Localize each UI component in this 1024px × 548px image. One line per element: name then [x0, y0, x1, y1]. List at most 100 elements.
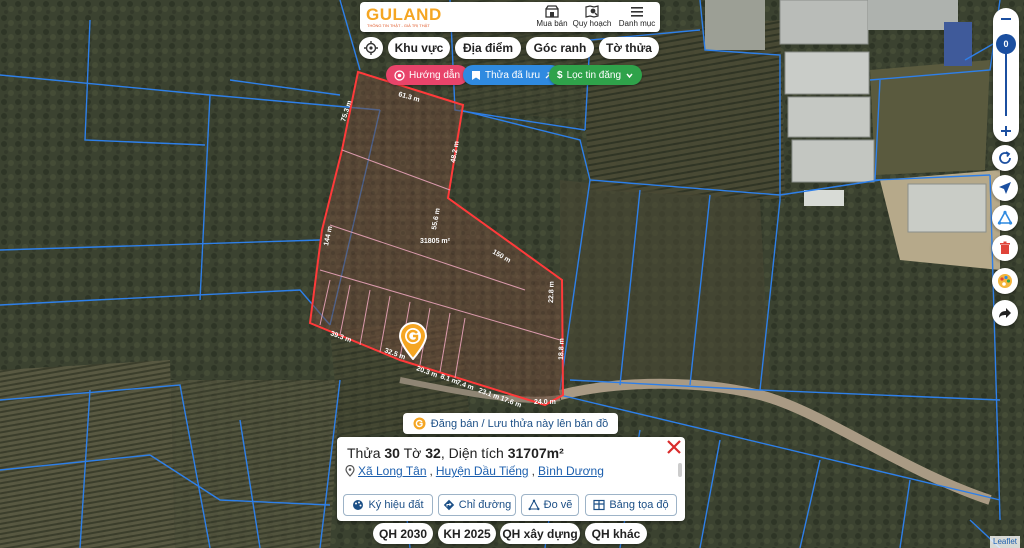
guland-marker-icon: [413, 417, 426, 430]
title-sheet-word: Tờ: [399, 445, 426, 461]
refresh-button[interactable]: [992, 145, 1018, 171]
nav-label: Quy hoạch: [572, 19, 612, 28]
commune-link[interactable]: Xã Long Tân: [358, 464, 427, 478]
action-label: Chỉ đường: [458, 499, 512, 511]
shop-icon: [545, 5, 559, 18]
delete-button[interactable]: [992, 235, 1018, 261]
app-header: GULAND THÔNG TIN THẬT - GIÁ TRỊ THẬT Mua…: [360, 2, 660, 32]
action-label: Ký hiệu đất: [368, 499, 424, 511]
map-pin-icon: [345, 465, 355, 477]
logo-text: GULAND: [366, 5, 442, 24]
navigation-arrow-icon: [999, 182, 1011, 194]
title-prefix: Thửa: [347, 445, 385, 461]
plus-icon: [1001, 126, 1011, 136]
parcel-area-label: 31805 m²: [420, 238, 451, 245]
tab-corner[interactable]: Góc ranh: [526, 37, 594, 59]
minus-icon: [1001, 18, 1011, 20]
tab-place[interactable]: Địa điểm: [455, 37, 521, 59]
filter-listings-chip[interactable]: $ Lọc tin đăng: [549, 65, 643, 85]
action-label: Bảng tọa độ: [609, 499, 669, 511]
land-symbol-button[interactable]: Ký hiệu đất: [343, 494, 433, 516]
directions-icon: [443, 499, 454, 511]
post-parcel-banner[interactable]: Đăng bán / Lưu thửa này lên bản đồ: [403, 413, 618, 434]
navigate-button[interactable]: [992, 175, 1018, 201]
tab-area[interactable]: Khu vực: [388, 37, 450, 59]
edge-label: 150 m: [491, 249, 512, 265]
directions-button[interactable]: Chỉ đường: [438, 494, 516, 516]
guide-label: Hướng dẫn: [409, 69, 461, 81]
nav-planning[interactable]: Quy hoạch: [570, 5, 614, 31]
share-button[interactable]: [992, 300, 1018, 326]
tab-sheet-parcel[interactable]: Tờ thửa: [599, 37, 659, 59]
attribution-link[interactable]: Leaflet: [993, 537, 1017, 546]
action-label: Đo vẽ: [543, 499, 573, 511]
tab-qh-2030[interactable]: QH 2030: [373, 523, 433, 544]
edge-label: 61.3 m: [397, 91, 420, 104]
layer-style-button[interactable]: [992, 268, 1018, 294]
edge-label: 23.1 m: [477, 387, 500, 401]
edge-label: 24.0 m: [534, 399, 556, 406]
post-banner-label: Đăng bán / Lưu thửa này lên bản đồ: [430, 417, 609, 430]
close-button[interactable]: [666, 439, 682, 455]
measure-tool-button[interactable]: [992, 205, 1018, 231]
nav-menu[interactable]: Danh mục: [615, 5, 659, 31]
measure-button[interactable]: Đo vẽ: [521, 494, 579, 516]
crosshair-icon: [364, 41, 378, 55]
edge-label: 17.6 m: [499, 395, 522, 409]
parcel-number: 30: [384, 445, 400, 461]
edge-label: 18.8 m: [558, 338, 566, 360]
guide-chip[interactable]: Hướng dẫn: [386, 65, 469, 85]
tab-kh-2025[interactable]: KH 2025: [438, 523, 496, 544]
separator: ,: [429, 464, 433, 478]
district-link[interactable]: Huyện Dầu Tiếng: [436, 464, 529, 478]
logo-tagline: THÔNG TIN THẬT - GIÁ TRỊ THẬT: [367, 23, 430, 28]
nav-label: Mua bán: [536, 19, 568, 28]
locate-me-button[interactable]: [359, 37, 383, 59]
brand-logo[interactable]: GULAND THÔNG TIN THẬT - GIÁ TRỊ THẬT: [366, 5, 446, 29]
trash-icon: [1000, 241, 1010, 254]
sheet-number: 32: [425, 445, 441, 461]
saved-label: Thửa đã lưu: [485, 69, 541, 81]
zoom-control: 0: [993, 8, 1019, 142]
zoom-level: 0: [1003, 39, 1009, 49]
edge-label: 39.3 m: [329, 330, 352, 344]
dollar-icon: $: [557, 69, 563, 81]
edge-label: 144 m: [323, 226, 334, 247]
parcel-address: Xã Long Tân, Huyện Dầu Tiếng, Bình Dương: [345, 464, 604, 478]
coordinate-table-button[interactable]: Bảng tọa độ: [585, 494, 677, 516]
title-area-word: , Diện tích: [440, 445, 508, 461]
separator: ,: [531, 464, 535, 478]
nav-buy-sell[interactable]: Mua bán: [530, 5, 574, 31]
refresh-icon: [999, 151, 1011, 164]
saved-parcels-chip[interactable]: Thửa đã lưu: [463, 65, 562, 85]
edge-label: 75.3 m: [340, 100, 353, 123]
nav-label: Danh mục: [618, 19, 656, 28]
location-pin-icon[interactable]: [398, 322, 428, 361]
map-search-icon: [585, 5, 599, 18]
palette-icon: [998, 274, 1012, 288]
edge-label: 22.8 m: [548, 281, 556, 303]
palette-icon: [353, 500, 364, 510]
close-icon: [667, 440, 681, 454]
chevron-down-icon: [626, 73, 633, 78]
parcel-area: 31707m²: [507, 445, 564, 461]
map-attribution[interactable]: Leaflet: [990, 536, 1021, 548]
menu-icon: [631, 7, 643, 17]
parcel-title: Thửa 30 Tờ 32, Diện tích 31707m²: [347, 445, 564, 461]
zoom-in-button[interactable]: [993, 120, 1019, 142]
tab-qh-construction[interactable]: QH xây dựng: [500, 523, 580, 544]
tab-qh-other[interactable]: QH khác: [585, 523, 647, 544]
filter-label: Lọc tin đăng: [566, 69, 622, 81]
edge-label: 55.6 m: [431, 208, 442, 231]
card-scrollbar[interactable]: [678, 463, 682, 477]
edge-label: 7.4 m: [455, 379, 474, 392]
zoom-out-button[interactable]: [993, 8, 1019, 30]
province-link[interactable]: Bình Dương: [538, 464, 604, 478]
bookmark-icon: [472, 70, 480, 80]
draw-polygon-icon: [528, 499, 540, 511]
zoom-slider-handle[interactable]: 0: [996, 34, 1016, 54]
draw-polygon-icon: [997, 210, 1013, 225]
table-icon: [593, 499, 605, 511]
target-icon: [394, 69, 405, 81]
edge-label: 20.3 m: [415, 365, 438, 379]
